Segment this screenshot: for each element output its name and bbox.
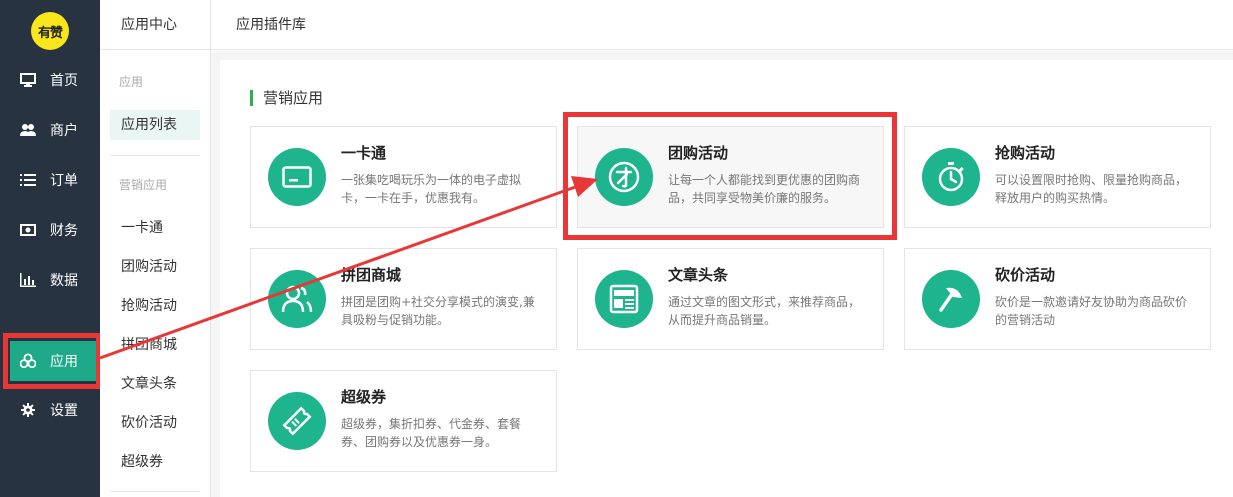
nav-item-label: 订单 xyxy=(50,173,78,189)
section-title: 营销应用 xyxy=(250,89,323,107)
sub-sidebar: 应用中心 应用 应用列表 营销应用 一卡通 团购活动 抢购活动 拼团商城 文章头… xyxy=(100,0,211,497)
highlight-box-apps xyxy=(3,333,101,389)
nav-item-label: 财务 xyxy=(50,223,78,239)
team-icon xyxy=(268,270,326,328)
app-card-flash-sale[interactable]: 抢购活动 可以设置限时抢购、限量抢购商品，释放用户的购买热情。 xyxy=(904,126,1211,228)
card-description: 一张集吃喝玩乐为一体的电子虚拟卡，一卡在手，优惠我有。 xyxy=(341,173,522,205)
nav-item-merchants[interactable]: 商户 xyxy=(0,110,100,150)
card-description: 超级券，集折扣券、代金券、套餐券、团购券以及优惠券一身。 xyxy=(341,417,522,449)
card-title: 一卡通 xyxy=(341,144,387,162)
logo-text: 有赞 xyxy=(37,25,63,41)
divider xyxy=(110,155,200,156)
card-title: 文章头条 xyxy=(668,266,729,284)
card-icon xyxy=(268,148,326,206)
nav-item-data[interactable]: 数据 xyxy=(0,260,100,300)
sub-group-label: 应用 xyxy=(119,75,144,89)
card-title: 拼团商城 xyxy=(341,266,402,284)
sub-sidebar-title: 应用中心 xyxy=(100,0,210,50)
sub-item-group-buy[interactable]: 团购活动 xyxy=(110,252,200,282)
app-card-super-coupon[interactable]: 超级券 超级券，集折扣券、代金券、套餐券、团购券以及优惠券一身。 xyxy=(250,370,557,472)
sub-item-bargain[interactable]: 砍价活动 xyxy=(110,408,200,438)
nav-item-label: 设置 xyxy=(50,403,78,419)
logo[interactable]: 有赞 xyxy=(31,12,69,50)
sub-item-team-mall[interactable]: 拼团商城 xyxy=(110,330,200,360)
nav-item-home[interactable]: 首页 xyxy=(0,60,100,100)
app-card-bargain[interactable]: 砍价活动 砍价是一款邀请好友协助为商品砍价的营销活动 xyxy=(904,248,1211,350)
card-title: 抢购活动 xyxy=(995,144,1056,162)
page-title: 应用插件库 xyxy=(236,17,306,33)
main-sidebar: 有赞 首页 商户 订单 财务 数据 应用 设置 xyxy=(0,0,100,497)
nav-item-finance[interactable]: 财务 xyxy=(0,210,100,250)
money-icon xyxy=(20,222,36,238)
card-description: 砍价是一款邀请好友协助为商品砍价的营销活动 xyxy=(995,295,1188,327)
nav-item-orders[interactable]: 订单 xyxy=(0,160,100,200)
sub-item-flash-sale[interactable]: 抢购活动 xyxy=(110,291,200,321)
nav-item-label: 首页 xyxy=(50,73,78,89)
highlight-box-group-buy xyxy=(563,112,897,240)
bar-chart-icon xyxy=(20,272,36,288)
ticket-icon xyxy=(268,392,326,450)
sub-item-one-card[interactable]: 一卡通 xyxy=(110,213,200,243)
gear-icon xyxy=(20,402,36,418)
nav-item-label: 商户 xyxy=(50,123,78,139)
list-icon xyxy=(20,172,36,188)
card-description: 可以设置限时抢购、限量抢购商品，释放用户的购买热情。 xyxy=(995,173,1188,205)
sub-item-super-coupon[interactable]: 超级券 xyxy=(110,447,200,477)
card-description: 通过文章的图文形式，来推荐商品，从而提升商品销量。 xyxy=(668,295,861,327)
nav-item-label: 数据 xyxy=(50,273,78,289)
card-title: 砍价活动 xyxy=(995,266,1056,284)
news-icon xyxy=(595,270,653,328)
sub-group-label: 营销应用 xyxy=(119,178,168,192)
app-card-articles[interactable]: 文章头条 通过文章的图文形式，来推荐商品，从而提升商品销量。 xyxy=(577,248,884,350)
app-card-one-card[interactable]: 一卡通 一张集吃喝玩乐为一体的电子虚拟卡，一卡在手，优惠我有。 xyxy=(250,126,557,228)
divider xyxy=(110,491,200,492)
top-header: 应用插件库 xyxy=(211,0,1233,50)
axe-icon xyxy=(922,270,980,328)
stopwatch-icon xyxy=(922,148,980,206)
sub-item-app-list[interactable]: 应用列表 xyxy=(110,110,200,140)
users-icon xyxy=(20,122,36,138)
card-description: 拼团是团购+社交分享模式的演变,兼具吸粉与促销功能。 xyxy=(341,295,535,327)
nav-item-settings[interactable]: 设置 xyxy=(0,390,100,430)
monitor-icon xyxy=(20,72,36,88)
app-card-team-mall[interactable]: 拼团商城 拼团是团购+社交分享模式的演变,兼具吸粉与促销功能。 xyxy=(250,248,557,350)
card-title: 超级券 xyxy=(341,388,387,406)
sub-item-articles[interactable]: 文章头条 xyxy=(110,369,200,399)
